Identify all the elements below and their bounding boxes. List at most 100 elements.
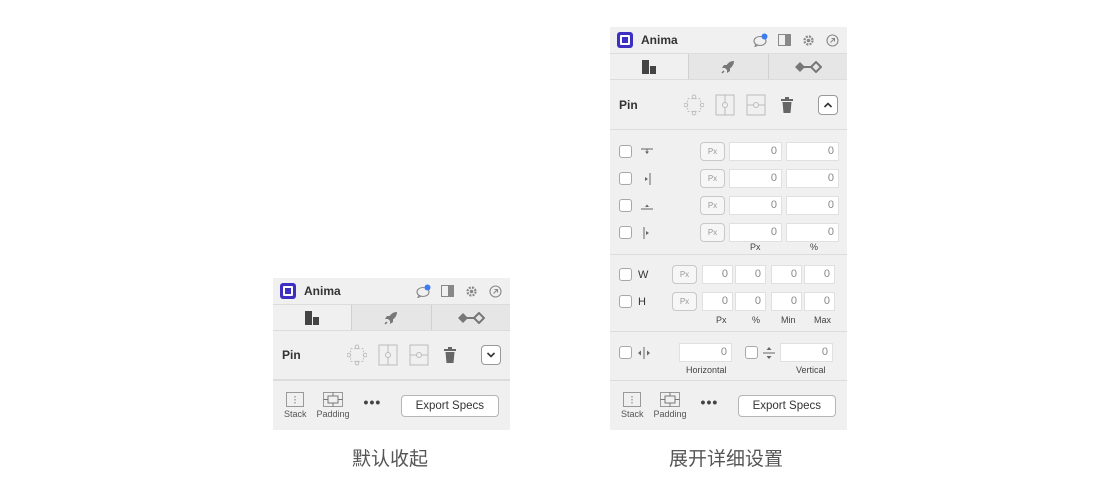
pin-center-vertical-icon[interactable] [378, 343, 398, 367]
horizontal-spacing-checkbox[interactable] [619, 346, 632, 359]
height-percent-input[interactable]: 0 [735, 292, 766, 311]
size-section: W Px 0 0 0 0 H Px 0 0 0 0 Px % Min Max [610, 255, 847, 332]
size-col-label-px: Px [716, 315, 727, 325]
width-max-input[interactable]: 0 [804, 265, 835, 284]
offset-right-px-input[interactable]: 0 [729, 223, 782, 242]
unit-toggle-bottom[interactable]: Px [700, 196, 725, 215]
pin-right-checkbox[interactable] [619, 226, 632, 239]
trash-icon[interactable] [440, 343, 460, 367]
pin-center-horizontal-icon[interactable] [409, 343, 429, 367]
vertical-spacing-icon [763, 346, 775, 360]
chevron-up-icon [823, 101, 833, 108]
unit-toggle-right[interactable]: Px [700, 223, 725, 242]
offset-bottom-px-input[interactable]: 0 [729, 196, 782, 215]
anima-logo-icon [617, 32, 633, 48]
width-checkbox[interactable] [619, 268, 632, 281]
height-min-input[interactable]: 0 [771, 292, 802, 311]
width-label: W [638, 268, 649, 281]
height-checkbox[interactable] [619, 295, 632, 308]
sidebar-toggle-icon[interactable] [440, 284, 455, 299]
anima-logo-icon [280, 283, 296, 299]
export-specs-button[interactable]: Export Specs [400, 394, 499, 417]
height-label: H [638, 295, 646, 308]
offset-top-px-input[interactable]: 0 [729, 142, 782, 161]
padding-button[interactable]: Padding [654, 392, 687, 419]
unit-toggle-left[interactable]: Px [700, 169, 725, 188]
pin-center-horizontal-icon[interactable] [746, 93, 766, 117]
trash-icon[interactable] [777, 93, 797, 117]
horizontal-spacing-icon [637, 346, 651, 359]
col-label-percent: % [810, 242, 819, 252]
preview-icon[interactable] [825, 33, 840, 48]
preview-icon[interactable] [488, 284, 503, 299]
sidebar-toggle-icon[interactable] [777, 33, 792, 48]
tab-layout[interactable] [610, 54, 689, 79]
pin-center-vertical-icon[interactable] [715, 93, 735, 117]
export-specs-button[interactable]: Export Specs [737, 394, 836, 417]
app-name: Anima [641, 33, 678, 47]
padding-icon [660, 392, 681, 407]
gear-icon[interactable] [801, 33, 816, 48]
layout-icon [305, 310, 320, 325]
stack-button[interactable]: Stack [284, 392, 307, 419]
offset-left-percent-input[interactable]: 0 [786, 169, 839, 188]
unit-toggle-top[interactable]: Px [700, 142, 725, 161]
width-percent-input[interactable]: 0 [735, 265, 766, 284]
caption-collapsed: 默认收起 [352, 448, 429, 470]
tab-bar [273, 304, 510, 331]
padding-icon [323, 392, 344, 407]
vertical-spacing-checkbox[interactable] [745, 346, 758, 359]
more-options-button[interactable]: ••• [364, 394, 382, 410]
offset-right-percent-input[interactable]: 0 [786, 223, 839, 242]
pin-offsets-section: Px 0 0 Px 0 0 Px 0 0 Px 0 0 Px % [610, 130, 847, 255]
more-options-button[interactable]: ••• [701, 394, 719, 410]
tab-link[interactable] [767, 54, 847, 79]
tab-launch[interactable] [688, 54, 768, 79]
anima-panel-expanded: Anima Pin Px 0 0 Px 0 0 Px 0 0 Px 0 0 Px… [610, 27, 847, 430]
offset-top-percent-input[interactable]: 0 [786, 142, 839, 161]
size-col-label-percent: % [752, 315, 761, 325]
width-unit-toggle[interactable]: Px [672, 265, 697, 284]
tab-launch[interactable] [351, 305, 431, 330]
pin-left-icon [640, 172, 654, 186]
tab-link[interactable] [430, 305, 510, 330]
pin-right-icon [640, 226, 654, 240]
pin-left-checkbox[interactable] [619, 172, 632, 185]
padding-label: Padding [316, 409, 350, 419]
pin-row: Pin [273, 331, 510, 380]
pin-all-sides-icon[interactable] [684, 93, 704, 117]
height-px-input[interactable]: 0 [702, 292, 733, 311]
stack-button[interactable]: Stack [621, 392, 644, 419]
height-unit-toggle[interactable]: Px [672, 292, 697, 311]
gear-icon[interactable] [464, 284, 479, 299]
collapse-button[interactable] [818, 94, 838, 115]
pin-all-sides-icon[interactable] [347, 343, 367, 367]
offset-bottom-percent-input[interactable]: 0 [786, 196, 839, 215]
stack-label: Stack [621, 409, 644, 419]
anima-panel-collapsed: Anima Pin Stack Padding ••• Export Specs [273, 278, 510, 430]
offset-left-px-input[interactable]: 0 [729, 169, 782, 188]
stack-label: Stack [284, 409, 307, 419]
height-row: H Px 0 0 0 0 [619, 292, 839, 311]
expand-button[interactable] [481, 345, 501, 365]
horizontal-spacing-input[interactable]: 0 [679, 343, 732, 362]
vertical-spacing-input[interactable]: 0 [780, 343, 833, 362]
pin-top-checkbox[interactable] [619, 145, 632, 158]
height-max-input[interactable]: 0 [804, 292, 835, 311]
pin-bottom-checkbox[interactable] [619, 199, 632, 212]
comment-icon[interactable] [416, 284, 431, 299]
pin-label: Pin [619, 97, 638, 112]
app-name: Anima [304, 284, 341, 298]
pin-label: Pin [282, 348, 301, 362]
width-px-input[interactable]: 0 [702, 265, 733, 284]
size-col-label-min: Min [781, 315, 796, 325]
title-bar: Anima [610, 27, 847, 53]
stack-icon [623, 392, 642, 407]
padding-button[interactable]: Padding [317, 392, 350, 419]
width-min-input[interactable]: 0 [771, 265, 802, 284]
width-row: W Px 0 0 0 0 [619, 265, 839, 284]
tab-layout[interactable] [273, 305, 352, 330]
pin-bottom-icon [640, 199, 654, 213]
comment-icon[interactable] [753, 33, 768, 48]
footer-toolbar: Stack Padding ••• Export Specs [610, 380, 847, 430]
